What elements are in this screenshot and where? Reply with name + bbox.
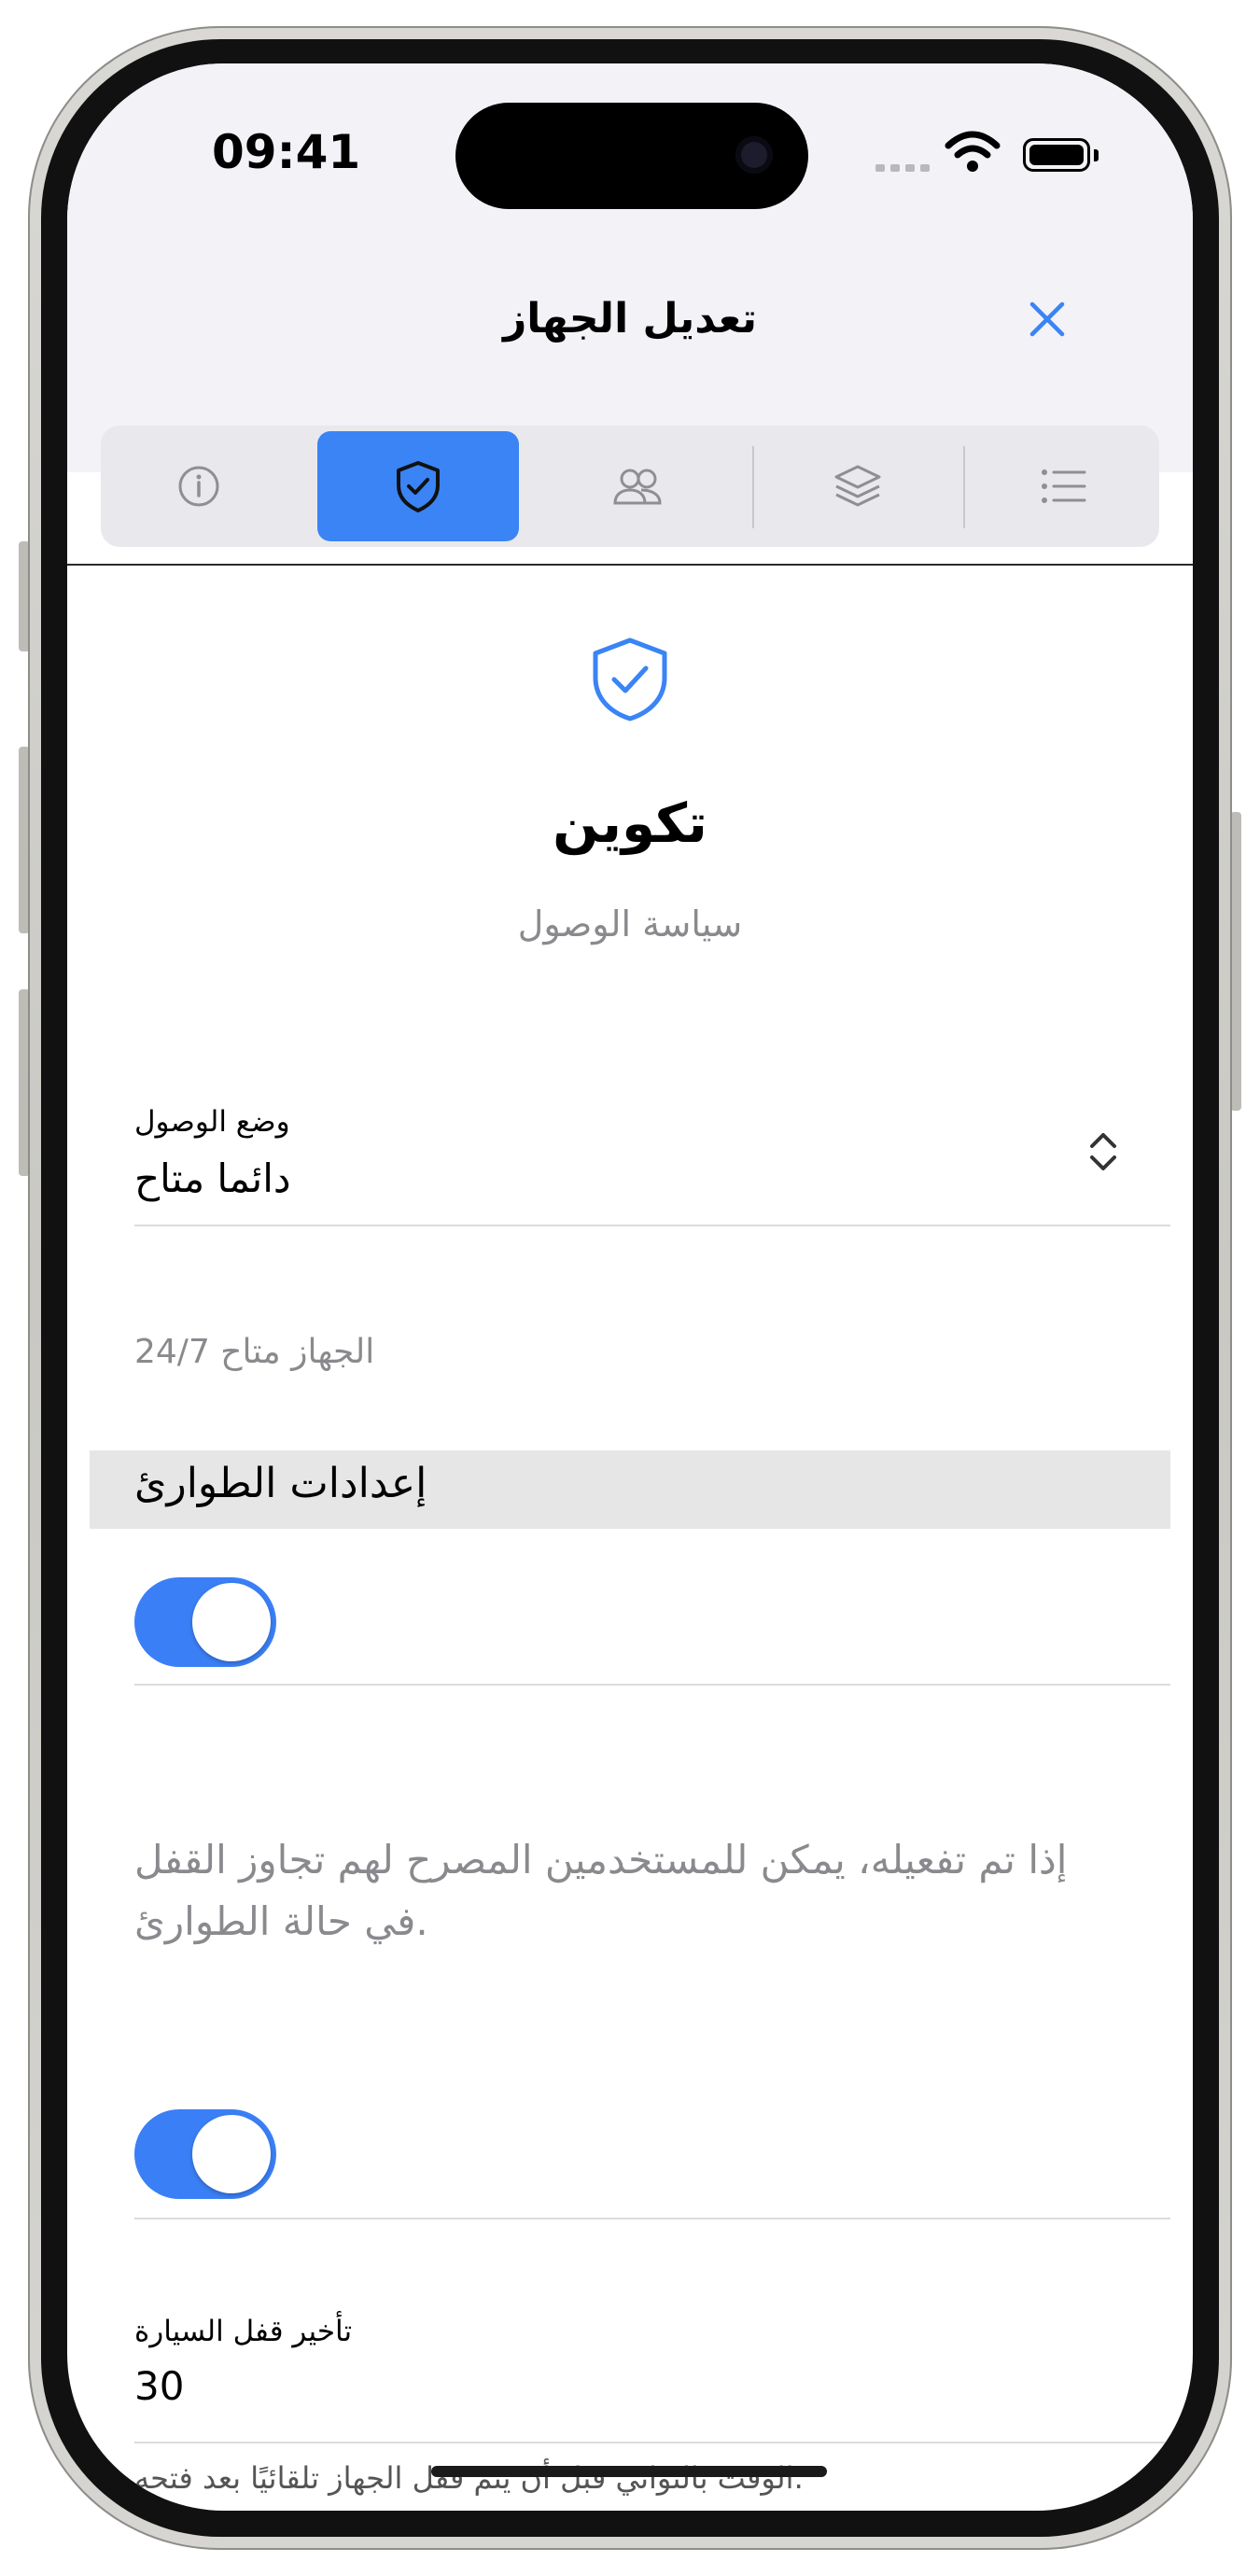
battery-tip [1094, 149, 1099, 161]
access-mode-helper: الجهاز متاح 24/7 [134, 1333, 375, 1371]
page-title: تكوين [553, 791, 707, 855]
section-header: إعدادات الطوارئ [90, 1450, 1170, 1529]
tab-divider [963, 446, 965, 528]
screen: 09:41 تعديل الجهاز تكوين سياسة الوصول وض… [67, 63, 1193, 2511]
nav-title: تعديل الجهاز [502, 295, 758, 343]
access-mode-label: وضع الوصول [134, 1105, 290, 1139]
chevron-up-down-icon [1090, 1133, 1116, 1170]
tab-bar [101, 426, 1159, 547]
field-divider [134, 1225, 1170, 1226]
info-icon [178, 466, 219, 507]
field-divider [134, 2442, 1170, 2443]
tab-divider [752, 446, 754, 528]
lock-delay-value: 30 [134, 2363, 185, 2409]
tab-layers[interactable] [760, 431, 956, 541]
status-time: 09:41 [212, 125, 361, 179]
access-mode-value: دائما متاح [134, 1155, 291, 1201]
tab-users[interactable] [530, 431, 745, 541]
home-indicator[interactable] [431, 2466, 827, 2477]
nav-divider [67, 564, 1193, 566]
emergency-description: إذا تم تفعيله، يمكن للمستخدمين المصرح له… [134, 1837, 1068, 1944]
section-title: إعدادات الطوارئ [134, 1460, 427, 1507]
wifi-icon [945, 131, 1001, 172]
close-icon[interactable] [1029, 301, 1066, 338]
emergency-secondary-toggle[interactable] [134, 2109, 276, 2199]
field-divider [134, 1684, 1170, 1686]
toggle-knob [192, 2115, 271, 2193]
shield-check-icon [397, 461, 440, 512]
users-icon [613, 469, 662, 505]
field-divider [134, 2218, 1170, 2219]
layers-icon [834, 465, 881, 507]
battery-icon [1023, 138, 1090, 172]
lock-delay-label: تأخير قفل السيارة [134, 2315, 353, 2348]
list-icon [1042, 469, 1086, 503]
toggle-knob [192, 1583, 271, 1661]
tab-list[interactable] [971, 431, 1157, 541]
tab-access[interactable] [317, 431, 519, 541]
camera-icon [735, 136, 773, 174]
emergency-override-toggle[interactable] [134, 1577, 276, 1667]
page-subtitle: سياسة الوصول [517, 903, 743, 945]
tab-info[interactable] [101, 431, 297, 541]
shield-check-icon [593, 637, 667, 721]
